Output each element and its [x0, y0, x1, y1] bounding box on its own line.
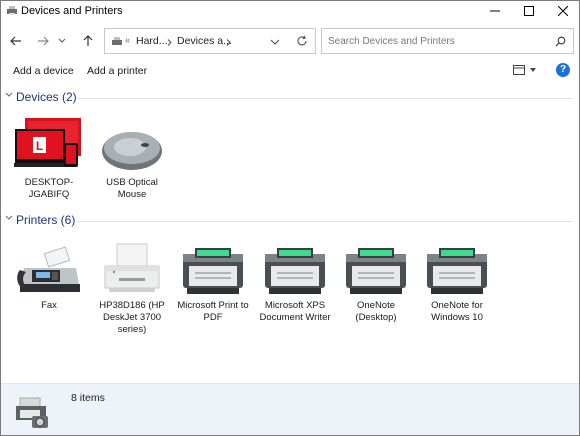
- forward-button[interactable]: [33, 31, 53, 51]
- details-pane: 8 items: [1, 383, 579, 435]
- up-button[interactable]: [78, 31, 98, 51]
- printer-pdf-label: Microsoft Print to PDF: [177, 300, 249, 323]
- printer-onenote-desktop-label: OneNote (Desktop): [355, 300, 397, 323]
- view-dropdown-icon[interactable]: [530, 68, 536, 72]
- laptop-monitor-icon: L: [14, 118, 81, 167]
- printer-xps-label: Microsoft XPS Document Writer: [259, 300, 331, 323]
- view-options-icon[interactable]: [513, 65, 525, 75]
- printer-icon: [265, 248, 325, 294]
- recent-locations-button[interactable]: [55, 31, 69, 51]
- refresh-icon[interactable]: [296, 35, 308, 47]
- printer-onenote-win10-label: OneNote for Windows 10: [431, 300, 483, 323]
- devices-printers-icon: [7, 6, 17, 15]
- printer-icon: [346, 248, 406, 294]
- chevron-down-icon: [5, 215, 13, 220]
- address-bar[interactable]: « Hard... Devices a...: [104, 28, 316, 54]
- printer-fax-label: Fax: [41, 300, 57, 311]
- devices-printers-icon: [16, 397, 48, 428]
- device-desktop-label: DESKTOP-JGABIFQ: [24, 177, 74, 200]
- back-button[interactable]: [6, 31, 26, 51]
- printer-microsoft-xps[interactable]: Microsoft XPS Document Writer: [256, 232, 334, 324]
- breadcrumb-overflow[interactable]: «: [125, 35, 130, 45]
- command-bar: Add a device Add a printer ?: [1, 59, 579, 83]
- close-button[interactable]: [547, 1, 579, 21]
- group-divider: [77, 221, 573, 222]
- devices-and-printers-window: Devices and Printers « Hard... Devices a…: [0, 0, 580, 436]
- chevron-down-icon: [58, 38, 66, 43]
- search-input[interactable]: Search Devices and Printers: [328, 36, 455, 47]
- minimize-button[interactable]: [479, 1, 511, 21]
- printer-icon: [183, 248, 243, 294]
- printer-icon: [427, 248, 487, 294]
- device-desktop[interactable]: L DESKTOP-JGABIFQ: [10, 109, 88, 201]
- search-box[interactable]: Search Devices and Printers: [321, 28, 574, 54]
- breadcrumb-devices[interactable]: Devices a...: [177, 35, 232, 47]
- device-usb-mouse[interactable]: USB Optical Mouse: [93, 109, 171, 201]
- search-icon[interactable]: [555, 36, 566, 47]
- inkjet-printer-icon: [104, 243, 160, 292]
- printer-hp-deskjet[interactable]: HP38D186 (HP DeskJet 3700 series): [93, 232, 171, 336]
- breadcrumb-hardware[interactable]: Hard...: [136, 35, 168, 47]
- svg-text:L: L: [36, 139, 43, 153]
- item-count: 8 items: [71, 392, 105, 404]
- device-mouse-label: USB Optical Mouse: [106, 177, 158, 200]
- fax-icon: [17, 246, 80, 292]
- close-icon: [558, 6, 568, 16]
- breadcrumb-separator-icon: [226, 39, 231, 46]
- devices-group-label: Devices (2): [16, 90, 77, 104]
- printer-onenote-windows10[interactable]: OneNote for Windows 10: [418, 232, 496, 324]
- maximize-button[interactable]: [513, 1, 545, 21]
- control-panel-icon: [112, 37, 122, 45]
- chevron-down-icon: [5, 92, 13, 97]
- address-dropdown-icon[interactable]: [270, 39, 280, 45]
- printer-fax[interactable]: Fax: [10, 232, 88, 312]
- printer-onenote-desktop[interactable]: OneNote (Desktop): [337, 232, 415, 324]
- mouse-icon: [102, 132, 162, 170]
- window-title: Devices and Printers: [21, 5, 123, 17]
- help-icon[interactable]: ?: [556, 63, 570, 77]
- printer-hp-label: HP38D186 (HP DeskJet 3700 series): [99, 300, 165, 335]
- arrow-left-icon: [10, 36, 21, 46]
- breadcrumb-separator-icon: [167, 39, 172, 46]
- navigation-bar: « Hard... Devices a... Search Devices an…: [1, 25, 579, 57]
- printer-microsoft-print-to-pdf[interactable]: Microsoft Print to PDF: [174, 232, 252, 324]
- title-bar: Devices and Printers: [1, 1, 579, 21]
- printers-group-label: Printers (6): [16, 213, 76, 227]
- arrow-right-icon: [38, 36, 49, 46]
- maximize-icon: [524, 6, 534, 16]
- add-printer-button[interactable]: Add a printer: [87, 65, 147, 77]
- devices-group-header[interactable]: Devices (2): [1, 89, 579, 105]
- printers-group-header[interactable]: Printers (6): [1, 212, 579, 228]
- arrow-up-icon: [83, 35, 93, 46]
- group-divider: [77, 98, 573, 99]
- minimize-icon: [490, 10, 500, 12]
- add-device-button[interactable]: Add a device: [13, 65, 74, 77]
